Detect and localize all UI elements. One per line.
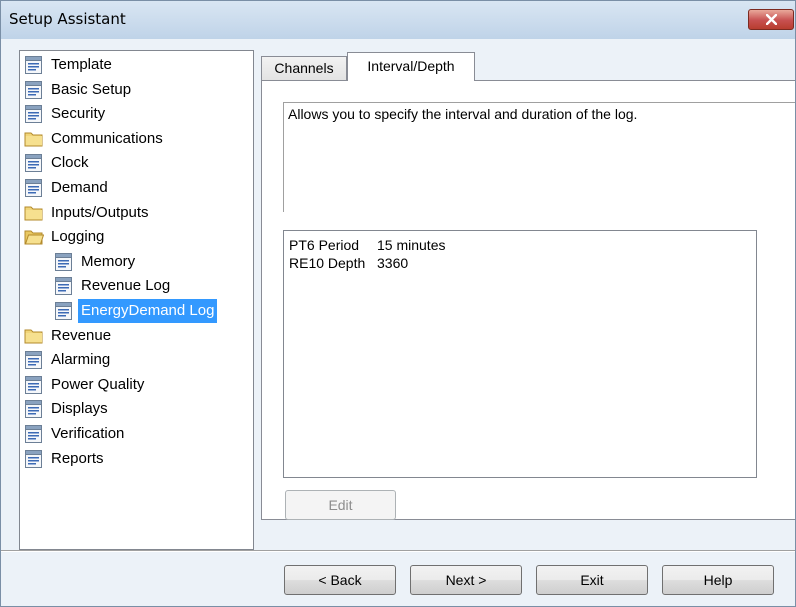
tree-item-label: Logging: [51, 228, 105, 246]
help-button[interactable]: Help: [662, 565, 774, 595]
navigation-tree[interactable]: Template Basic Setup Security Communication…: [19, 50, 254, 550]
tree-item-label: Displays: [51, 400, 108, 418]
tree-item-label: Power Quality: [51, 375, 145, 393]
tree-item-label: Revenue Log: [81, 277, 171, 295]
tree-item-label: Communications: [51, 129, 163, 147]
tree-item-label: Clock: [51, 154, 89, 172]
description-box: Allows you to specify the interval and d…: [283, 102, 795, 212]
tab-channels[interactable]: Channels: [261, 56, 347, 80]
folder-icon: [24, 204, 44, 222]
settings-list[interactable]: PT6 Period 15 minutes RE10 Depth 3360: [283, 230, 757, 478]
page-icon: [54, 277, 74, 296]
page-icon: [54, 302, 74, 320]
tree-item-label: Demand: [51, 179, 108, 196]
page-icon: [24, 375, 44, 394]
setup-assistant-window: Setup Assistant Template Basic Setup Secur…: [0, 0, 796, 607]
tree-item-label: Verification: [51, 425, 125, 442]
folder-icon: [24, 130, 44, 148]
list-item[interactable]: RE10 Depth 3360: [289, 254, 408, 272]
setting-name: PT6 Period: [289, 237, 360, 253]
tab-panel: Allows you to specify the interval and d…: [261, 80, 795, 520]
exit-button[interactable]: Exit: [536, 565, 648, 595]
tab-interval-depth[interactable]: Interval/Depth: [347, 52, 475, 81]
page-icon: [24, 154, 44, 173]
page-icon: [24, 56, 44, 74]
page-icon: [24, 80, 44, 99]
next-button[interactable]: Next >: [410, 565, 522, 595]
window-title: Setup Assistant: [9, 10, 126, 28]
close-icon: [766, 14, 777, 25]
tab-control: Channels Interval/Depth Allows you to sp…: [261, 50, 795, 550]
page-icon: [24, 425, 44, 443]
tree-item-label: Security: [51, 105, 106, 123]
tree-item-label: Memory: [81, 252, 136, 270]
tree-item-label: Basic Setup: [51, 80, 132, 98]
tree-item-label: Alarming: [51, 351, 111, 369]
back-button[interactable]: < Back: [284, 565, 396, 595]
tree-item-label: Inputs/Outputs: [51, 203, 149, 221]
list-item[interactable]: PT6 Period 15 minutes: [289, 236, 445, 254]
setting-name: RE10 Depth: [289, 255, 366, 271]
edit-button[interactable]: Edit: [285, 490, 396, 520]
tree-item-label: EnergyDemand Log: [78, 299, 218, 323]
page-icon: [24, 449, 44, 468]
tree-item-label: Revenue: [51, 326, 112, 344]
tree-item-label: Reports: [51, 449, 104, 467]
setting-value: 15 minutes: [377, 237, 446, 253]
tree-item-label: Template: [51, 56, 112, 73]
footer-divider-highlight: [1, 551, 795, 552]
title-bar: Setup Assistant: [1, 1, 795, 39]
folder-open-icon: [24, 228, 45, 246]
page-icon: [24, 351, 44, 370]
close-button[interactable]: [748, 9, 794, 30]
page-icon: [24, 105, 44, 124]
page-icon: [24, 400, 44, 419]
description-text: Allows you to specify the interval and d…: [288, 106, 638, 122]
page-icon: [54, 252, 74, 271]
folder-icon: [24, 327, 44, 345]
page-icon: [24, 179, 44, 197]
setting-value: 3360: [377, 255, 409, 271]
